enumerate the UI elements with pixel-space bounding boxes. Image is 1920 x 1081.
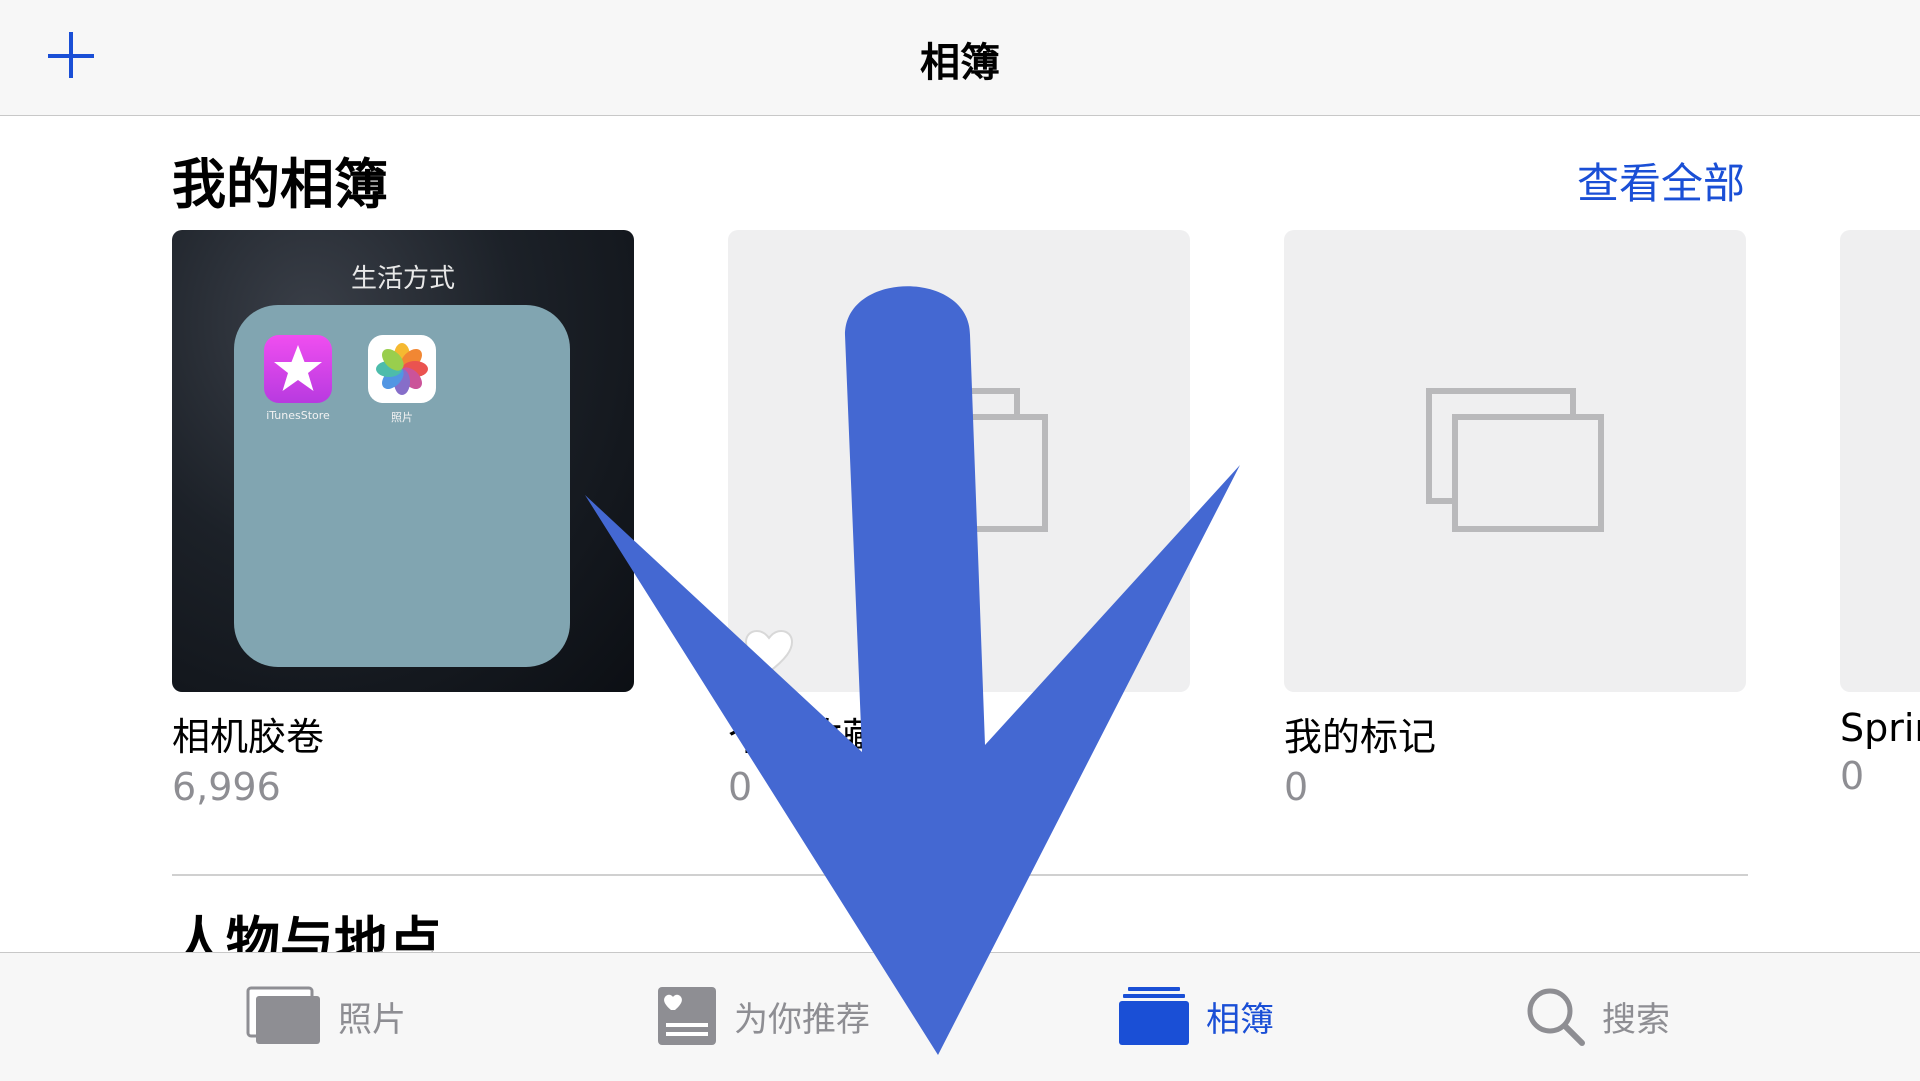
empty-album-icon (1426, 388, 1604, 532)
album-partial[interactable]: Sprin 0 (1840, 230, 1920, 798)
navigation-bar: 相簿 (0, 0, 1920, 116)
albums-tab-icon (1119, 987, 1189, 1045)
photos-icon (368, 335, 436, 403)
empty-album-icon (870, 388, 1048, 532)
app-label: iTunesStore (266, 409, 330, 422)
album-thumbnail (1840, 230, 1920, 692)
for-you-tab-icon (658, 987, 716, 1045)
album-count: 0 (728, 765, 753, 809)
page-title: 相簿 (920, 40, 1000, 86)
tab-bar: 照片 为你推荐 相簿 搜索 (0, 952, 1920, 1081)
album-title: 相机胶卷 (172, 715, 325, 759)
heart-icon (744, 629, 794, 674)
album-thumbnail: 生活方式 iTunesStore 照片 (172, 230, 634, 692)
tab-label: 为你推荐 (734, 999, 870, 1040)
album-camera-roll[interactable]: 生活方式 iTunesStore 照片 相机胶卷 6,996 (172, 230, 634, 809)
album-count: 0 (1284, 765, 1309, 809)
section-divider (172, 874, 1748, 876)
itunes-store-icon (264, 335, 332, 403)
see-all-link[interactable]: 查看全部 (1577, 150, 1745, 211)
tab-search[interactable]: 搜索 (1524, 983, 1670, 1049)
my-albums-heading: 我的相簿 (172, 153, 388, 216)
album-thumbnail (728, 230, 1190, 692)
photos-app: 照片 (342, 335, 462, 425)
folder-name: 生活方式 (350, 264, 455, 294)
tab-label: 照片 (338, 999, 406, 1040)
tab-label: 相簿 (1206, 999, 1274, 1040)
tab-albums[interactable]: 相簿 (1118, 983, 1274, 1049)
album-title: 我的标记 (1284, 715, 1437, 759)
itunes-store-app: iTunesStore (238, 335, 358, 422)
album-favorites[interactable]: 个人收藏 0 (728, 230, 1190, 809)
app-folder: iTunesStore 照片 (234, 305, 570, 667)
album-count: 0 (1840, 754, 1865, 798)
album-my-markup[interactable]: 我的标记 0 (1284, 230, 1746, 809)
tab-label: 搜索 (1602, 999, 1670, 1040)
app-label: 照片 (391, 411, 413, 424)
album-title: 个人收藏 (728, 715, 881, 759)
tab-photos[interactable]: 照片 (246, 983, 406, 1049)
tab-for-you[interactable]: 为你推荐 (656, 983, 870, 1049)
search-tab-icon (1527, 988, 1585, 1046)
photos-tab-icon (246, 986, 320, 1044)
album-title: Sprin (1840, 706, 1920, 750)
album-count: 6,996 (172, 765, 281, 809)
album-thumbnail (1284, 230, 1746, 692)
